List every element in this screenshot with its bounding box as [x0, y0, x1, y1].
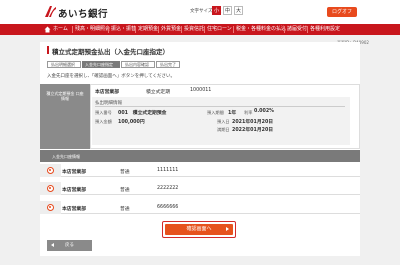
deposit-no-value: 001 積立式定期預金: [118, 111, 167, 116]
step-4: 払出完了: [156, 61, 180, 68]
source-account-number: 1000011: [190, 88, 212, 93]
destination-row-1[interactable]: [40, 164, 360, 177]
source-account-type: 積立式定期: [146, 90, 170, 95]
header: あいち銀行 文字サイズ変更 小 中 大 ログオフ: [0, 0, 400, 24]
arrow-right-icon: [226, 227, 229, 231]
confirm-button[interactable]: 確認画面へ: [165, 224, 233, 235]
maturity-label: 満期日: [217, 127, 230, 132]
nav-home[interactable]: ホーム: [53, 24, 68, 35]
nav-divider: [158, 26, 159, 33]
destination-type: 普通: [120, 207, 130, 212]
arrow-left-icon: [51, 243, 54, 247]
source-account-label: 積立式定期預金 口座情報: [46, 91, 84, 101]
destination-number: 2222222: [157, 186, 179, 191]
period-label: 預入期間: [207, 110, 224, 115]
page-title: 積立式定期預金払出（入金先口座指定）: [52, 48, 169, 56]
bank-logo-icon: [45, 6, 56, 17]
bank-logo-text: あいち銀行: [58, 9, 109, 20]
maturity-value: 2022年01月20日: [232, 128, 274, 133]
nav-divider: [72, 26, 73, 33]
destination-number: 6666666: [157, 205, 179, 210]
nav-divider: [181, 26, 182, 33]
nav-divider: [108, 26, 109, 33]
logout-button[interactable]: ログオフ: [327, 7, 357, 17]
step-3: 払出内容確認: [121, 61, 155, 68]
amount-value: 100,000円: [118, 120, 145, 125]
nav-settings[interactable]: 各種利用設定: [310, 24, 340, 35]
destination-row-3[interactable]: [40, 201, 360, 214]
destination-branch: 本店営業部: [62, 207, 86, 212]
global-nav: ホーム 残高・明細照会 振込・振替 定期預金 外貨預金 投資信託 住宅ローン 税…: [0, 24, 400, 35]
radio-button-3[interactable]: [47, 204, 54, 211]
source-branch: 本店営業部: [95, 90, 119, 95]
rate-label: 利率: [244, 110, 253, 115]
font-size-medium-button[interactable]: 中: [223, 6, 232, 15]
destination-branch: 本店営業部: [62, 170, 86, 175]
home-icon: [44, 26, 51, 33]
radio-button-1[interactable]: [47, 167, 54, 174]
nav-investment-trust[interactable]: 投資信託: [184, 24, 204, 35]
nav-divider: [135, 26, 136, 33]
nav-divider: [233, 26, 234, 33]
nav-tax-payment[interactable]: 税金・各種料金の払込: [236, 24, 286, 35]
nav-divider: [204, 26, 205, 33]
destination-row-2[interactable]: [40, 182, 360, 195]
instruction-text: 入金先口座を選択し、「確認画面へ」ボタンを押してください。: [47, 74, 175, 79]
rate-value: 0.002%: [254, 109, 274, 114]
deposit-date-label: 預入日: [217, 119, 230, 124]
amount-label: 預入金額: [95, 119, 112, 124]
nav-balance[interactable]: 残高・明細照会: [75, 24, 110, 35]
nav-time-deposit[interactable]: 定期預金: [138, 24, 158, 35]
period-value: 1年: [228, 111, 237, 116]
title-accent: [47, 46, 49, 54]
deposit-no-label: 預入番号: [95, 110, 112, 115]
destination-number: 1111111: [157, 168, 179, 173]
font-size-large-button[interactable]: 大: [234, 6, 243, 15]
step-1: 払出明細選択: [47, 61, 81, 68]
nav-housing-loan[interactable]: 住宅ローン: [207, 24, 232, 35]
destination-branch: 本店営業部: [62, 188, 86, 193]
nav-divider: [284, 26, 285, 33]
step-2-current: 入金先口座指定: [82, 61, 120, 68]
nav-foreign-deposit[interactable]: 外貨預金: [161, 24, 181, 35]
destination-header: [40, 150, 360, 162]
nav-notifications[interactable]: 諸届受付: [287, 24, 307, 35]
destination-type: 普通: [120, 170, 130, 175]
radio-button-2[interactable]: [47, 185, 54, 192]
divider: [95, 106, 345, 107]
font-size-small-button[interactable]: 小: [212, 6, 221, 15]
deposit-date-value: 2021年01月20日: [232, 120, 274, 125]
nav-divider: [307, 26, 308, 33]
destination-type: 普通: [120, 188, 130, 193]
nav-transfer[interactable]: 振込・振替: [111, 24, 136, 35]
destination-label: 入金先口座情報: [52, 154, 80, 159]
